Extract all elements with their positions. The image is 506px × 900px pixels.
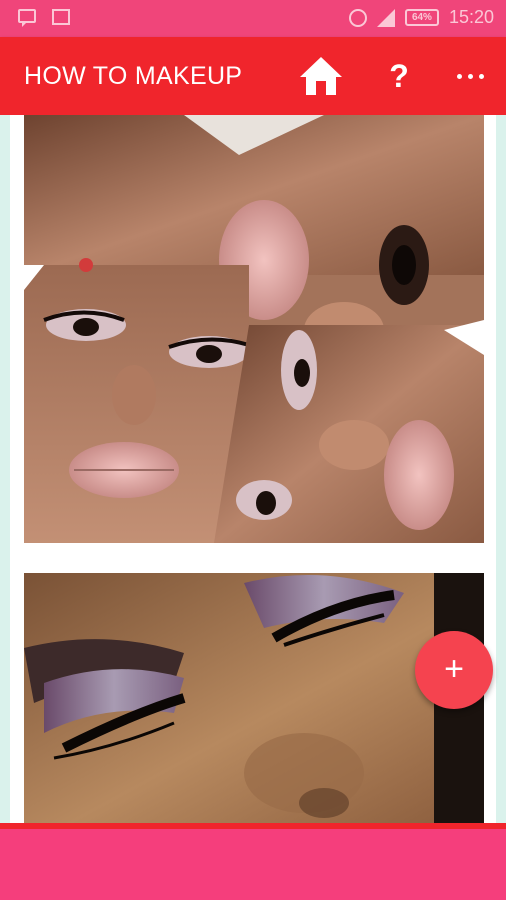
feed-image-eye-closeup[interactable] <box>24 573 484 823</box>
more-options-button[interactable] <box>452 69 488 83</box>
signal-icon <box>376 8 395 27</box>
collage-photo <box>24 115 484 543</box>
image-feed[interactable] <box>10 115 496 823</box>
feed-image-collage[interactable] <box>24 115 484 543</box>
message-icon <box>18 9 36 27</box>
alarm-icon <box>348 8 367 27</box>
help-button[interactable]: ? <box>384 55 414 97</box>
page-edge-right <box>496 115 506 823</box>
system-icons: 64% 15:20 <box>348 7 494 28</box>
app-bar: HOW TO MAKEUP ? <box>0 37 506 115</box>
eye-closeup-photo <box>24 573 484 823</box>
add-button[interactable]: + <box>415 631 493 709</box>
notification-icons <box>18 9 70 27</box>
app-title: HOW TO MAKEUP <box>24 62 243 90</box>
home-button[interactable] <box>298 55 344 97</box>
status-bar: 64% 15:20 <box>0 0 506 37</box>
more-vert-icon <box>456 73 462 79</box>
clock: 15:20 <box>448 7 494 27</box>
bottom-bar-accent <box>0 823 506 829</box>
page-edge-left <box>0 115 10 823</box>
image-icon <box>52 9 70 25</box>
bottom-bar <box>0 823 506 900</box>
battery-icon: 64% <box>404 9 439 26</box>
home-icon <box>300 57 342 95</box>
